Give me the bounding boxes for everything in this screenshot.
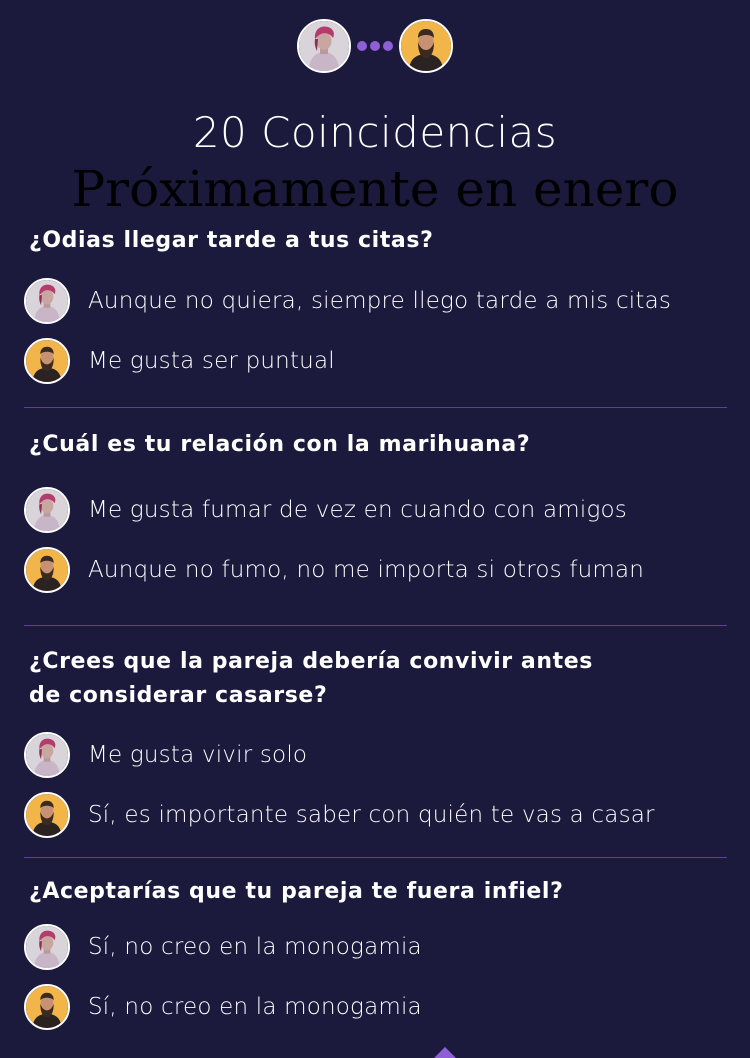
woman-avatar-icon [24,278,70,324]
answer-row: Sí, no creo en la monogamia [24,924,734,970]
page-title: 20 Coincidencias [192,108,558,157]
woman-avatar-icon [24,487,70,533]
question-text: ¿Crees que la pareja debería convivir an… [29,649,593,708]
answer-row: Me gusta fumar de vez en cuando con amig… [24,487,734,533]
question-text: ¿Odias llegar tarde a tus citas? [29,228,434,253]
answer-text: Sí, no creo en la monogamia [88,994,422,1020]
answer-text: Aunque no fumo, no me importa si otros f… [88,557,645,583]
answer-text: Sí, es importante saber con quién te vas… [88,802,655,828]
answer-text: Aunque no quiera, siempre llego tarde a … [88,288,672,314]
scroll-indicator-arrow[interactable] [434,1047,456,1058]
question-text: ¿Cuál es tu relación con la marihuana? [29,432,531,457]
section-divider [24,857,727,858]
answer-text: Me gusta vivir solo [88,742,308,768]
answer-row: Sí, no creo en la monogamia [24,984,734,1030]
answer-text: Me gusta ser puntual [88,348,335,374]
dots-separator-icon [357,41,393,51]
woman-avatar-icon [24,732,70,778]
page-subtitle: Próximamente en enero [71,160,679,218]
section-divider [24,407,727,408]
answer-row: Aunque no quiera, siempre llego tarde a … [24,278,734,324]
answer-text: Me gusta fumar de vez en cuando con amig… [88,497,627,523]
match-avatars [0,19,750,73]
answer-row: Me gusta ser puntual [24,338,734,384]
answer-row: Me gusta vivir solo [24,732,734,778]
bearded-man-avatar-icon[interactable] [399,19,453,73]
answer-text: Sí, no creo en la monogamia [88,934,422,960]
answer-row: Aunque no fumo, no me importa si otros f… [24,547,734,593]
bearded-man-avatar-icon [24,338,70,384]
question-text: ¿Aceptarías que tu pareja te fuera infie… [29,879,564,904]
woman-avatar-icon [24,924,70,970]
woman-avatar-icon[interactable] [297,19,351,73]
section-divider [24,625,727,626]
bearded-man-avatar-icon [24,792,70,838]
bearded-man-avatar-icon [24,547,70,593]
bearded-man-avatar-icon [24,984,70,1030]
header: 20 Coincidencias Próximamente en enero [0,0,750,225]
answer-row: Sí, es importante saber con quién te vas… [24,792,734,838]
